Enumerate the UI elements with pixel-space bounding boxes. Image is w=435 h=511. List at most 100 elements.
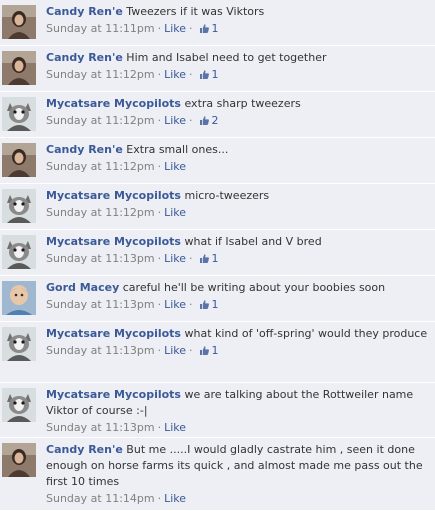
comment-text: Tweezers if it was Viktors bbox=[126, 5, 265, 18]
like-count[interactable]: 1 bbox=[199, 68, 219, 81]
thumbs-up-icon bbox=[199, 299, 210, 315]
thumbs-up-icon bbox=[199, 69, 210, 85]
separator-dot: · bbox=[157, 22, 162, 35]
like-button[interactable]: Like bbox=[164, 421, 186, 434]
like-button[interactable]: Like bbox=[164, 114, 186, 127]
thumbs-up-icon bbox=[199, 115, 210, 131]
separator-dot: · bbox=[157, 68, 162, 81]
comment-meta: Sunday at 11:12pm · Like bbox=[46, 159, 429, 175]
comment-text: micro-tweezers bbox=[184, 189, 270, 202]
comment-author-link[interactable]: Mycatsare Mycopilots bbox=[46, 189, 181, 202]
comment-author-link[interactable]: Candy Ren'e bbox=[46, 143, 123, 156]
comment-meta: Sunday at 11:12pm · Like · 2 bbox=[46, 113, 429, 131]
comment-author-link[interactable]: Candy Ren'e bbox=[46, 51, 123, 64]
like-button[interactable]: Like bbox=[164, 160, 186, 173]
comment-body: Candy Ren'e Him and Isabel need to get t… bbox=[46, 50, 429, 85]
comment-meta: Sunday at 11:13pm · Like bbox=[46, 420, 429, 436]
comment-item: Candy Ren'e Him and Isabel need to get t… bbox=[0, 46, 435, 92]
avatar[interactable] bbox=[2, 281, 36, 315]
comment-item: Mycatsare Mycopilots what kind of 'off-s… bbox=[0, 322, 435, 383]
comment-item: Mycatsare Mycopilots micro-tweezers Sunda… bbox=[0, 184, 435, 230]
comment-timestamp[interactable]: Sunday at 11:12pm bbox=[46, 114, 155, 127]
comment-timestamp[interactable]: Sunday at 11:13pm bbox=[46, 252, 155, 265]
comment-author-link[interactable]: Mycatsare Mycopilots bbox=[46, 388, 181, 401]
comment-timestamp[interactable]: Sunday at 11:12pm bbox=[46, 160, 155, 173]
comment-timestamp[interactable]: Sunday at 11:14pm bbox=[46, 492, 155, 505]
like-button[interactable]: Like bbox=[164, 252, 186, 265]
comment-meta: Sunday at 11:13pm · Like · 1 bbox=[46, 297, 429, 315]
separator-dot: · bbox=[157, 252, 162, 265]
comment-author-link[interactable]: Mycatsare Mycopilots bbox=[46, 235, 181, 248]
separator-dot: · bbox=[157, 114, 162, 127]
separator-dot: · bbox=[157, 206, 162, 219]
like-count-number: 1 bbox=[211, 22, 219, 35]
comment-meta: Sunday at 11:12pm · Like · 1 bbox=[46, 67, 429, 85]
comment-body: Candy Ren'e Tweezers if it was Viktors Su… bbox=[46, 4, 429, 39]
comment-body: Candy Ren'e Extra small ones... Sunday at… bbox=[46, 142, 429, 175]
comment-author-link[interactable]: Candy Ren'e bbox=[46, 443, 123, 456]
thumbs-up-icon bbox=[199, 23, 210, 39]
avatar[interactable] bbox=[2, 143, 36, 177]
like-count[interactable]: 1 bbox=[199, 298, 219, 311]
comment-author-link[interactable]: Gord Macey bbox=[46, 281, 119, 294]
comment-text-line: Mycatsare Mycopilots what if Isabel and … bbox=[46, 234, 429, 250]
like-button[interactable]: Like bbox=[164, 344, 186, 357]
thumbs-up-icon bbox=[199, 253, 210, 269]
like-count[interactable]: 2 bbox=[199, 114, 219, 127]
separator-dot: · bbox=[157, 298, 162, 311]
like-button[interactable]: Like bbox=[164, 22, 186, 35]
comment-timestamp[interactable]: Sunday at 11:12pm bbox=[46, 206, 155, 219]
like-button[interactable]: Like bbox=[164, 206, 186, 219]
avatar[interactable] bbox=[2, 388, 36, 422]
comment-text: careful he'll be writing about your boob… bbox=[122, 281, 386, 294]
comment-item: Mycatsare Mycopilots extra sharp tweezer… bbox=[0, 92, 435, 138]
like-count-number: 1 bbox=[211, 252, 219, 265]
avatar[interactable] bbox=[2, 443, 36, 477]
comment-item: Mycatsare Mycopilots what if Isabel and … bbox=[0, 230, 435, 276]
comment-text: what kind of 'off-spring' would they pro… bbox=[184, 327, 428, 340]
like-count-number: 1 bbox=[211, 298, 219, 311]
avatar[interactable] bbox=[2, 189, 36, 223]
comment-text: Him and Isabel need to get together bbox=[126, 51, 327, 64]
like-count-number: 1 bbox=[211, 68, 219, 81]
comment-item: Candy Ren'e Tweezers if it was Viktors Su… bbox=[0, 0, 435, 46]
separator-dot: · bbox=[189, 252, 193, 265]
comment-timestamp[interactable]: Sunday at 11:13pm bbox=[46, 344, 155, 357]
comment-timestamp[interactable]: Sunday at 11:11pm bbox=[46, 22, 155, 35]
comment-item: Gord Macey careful he'll be writing abou… bbox=[0, 276, 435, 322]
like-count[interactable]: 1 bbox=[199, 252, 219, 265]
avatar[interactable] bbox=[2, 235, 36, 269]
like-button[interactable]: Like bbox=[164, 68, 186, 81]
comment-item: Candy Ren'e Extra small ones... Sunday at… bbox=[0, 138, 435, 184]
comment-author-link[interactable]: Mycatsare Mycopilots bbox=[46, 97, 181, 110]
comment-body: Mycatsare Mycopilots we are talking abou… bbox=[46, 387, 429, 436]
comment-author-link[interactable]: Mycatsare Mycopilots bbox=[46, 327, 181, 340]
separator-dot: · bbox=[157, 421, 162, 434]
comment-text-line: Candy Ren'e Tweezers if it was Viktors bbox=[46, 4, 429, 20]
like-count[interactable]: 1 bbox=[199, 344, 219, 357]
comment-item: Candy Ren'e But me .....I would gladly c… bbox=[0, 438, 435, 511]
comment-text-line: Mycatsare Mycopilots extra sharp tweezer… bbox=[46, 96, 429, 112]
comment-meta: Sunday at 11:11pm · Like · 1 bbox=[46, 21, 429, 39]
comment-body: Mycatsare Mycopilots extra sharp tweezer… bbox=[46, 96, 429, 131]
avatar[interactable] bbox=[2, 97, 36, 131]
like-count-number: 2 bbox=[211, 114, 219, 127]
like-count[interactable]: 1 bbox=[199, 22, 219, 35]
avatar[interactable] bbox=[2, 327, 36, 361]
comment-body: Gord Macey careful he'll be writing abou… bbox=[46, 280, 429, 315]
comment-timestamp[interactable]: Sunday at 11:12pm bbox=[46, 68, 155, 81]
separator-dot: · bbox=[157, 160, 162, 173]
like-button[interactable]: Like bbox=[164, 492, 186, 505]
separator-dot: · bbox=[189, 114, 193, 127]
comment-text-line: Candy Ren'e But me .....I would gladly c… bbox=[46, 442, 429, 490]
separator-dot: · bbox=[189, 344, 193, 357]
comment-timestamp[interactable]: Sunday at 11:13pm bbox=[46, 421, 155, 434]
like-button[interactable]: Like bbox=[164, 298, 186, 311]
comment-timestamp[interactable]: Sunday at 11:13pm bbox=[46, 298, 155, 311]
comment-meta: Sunday at 11:13pm · Like · 1 bbox=[46, 251, 429, 269]
avatar[interactable] bbox=[2, 5, 36, 39]
avatar[interactable] bbox=[2, 51, 36, 85]
comment-body: Mycatsare Mycopilots micro-tweezers Sunda… bbox=[46, 188, 429, 221]
comment-body: Candy Ren'e But me .....I would gladly c… bbox=[46, 442, 429, 507]
comment-author-link[interactable]: Candy Ren'e bbox=[46, 5, 123, 18]
